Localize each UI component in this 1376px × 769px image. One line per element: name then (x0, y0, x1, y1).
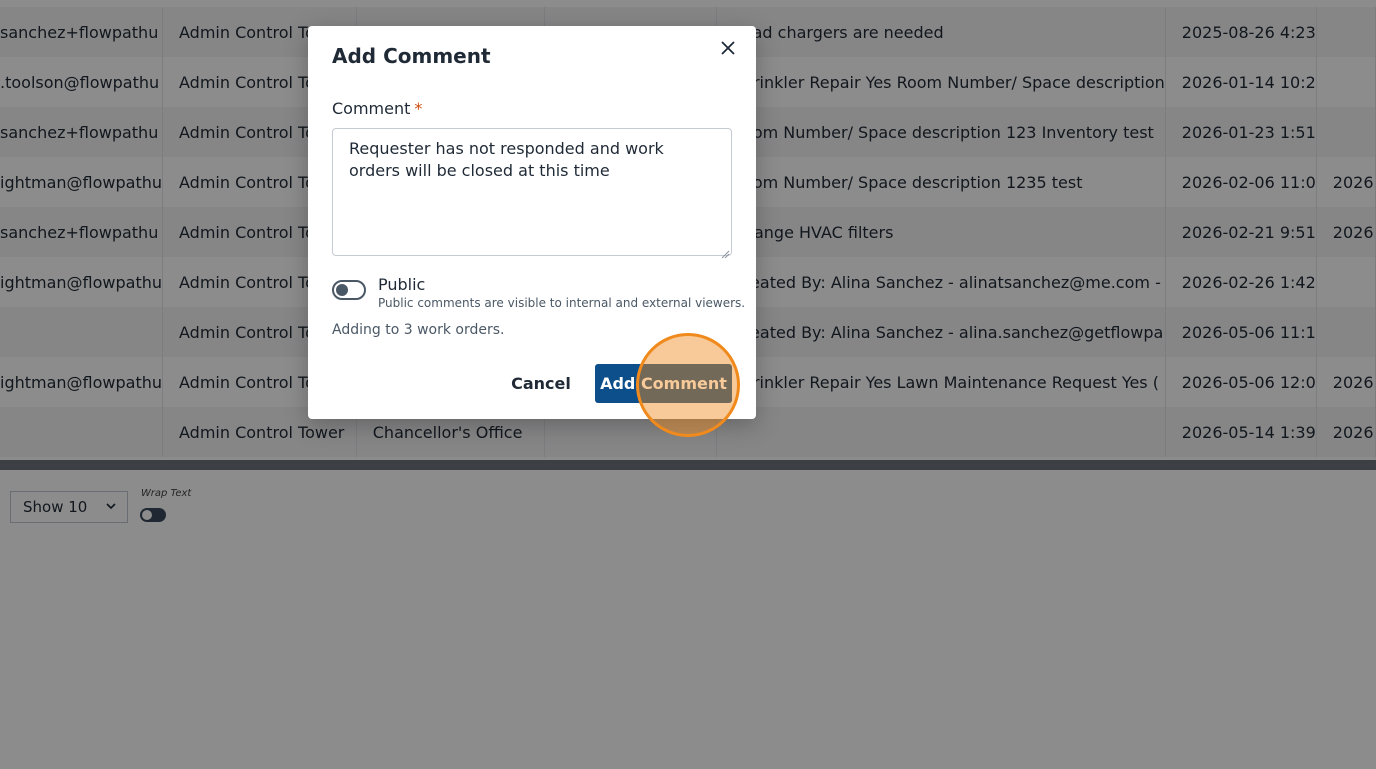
comment-label-text: Comment (332, 99, 411, 118)
public-label: Public (378, 275, 426, 294)
required-marker: * (414, 99, 423, 118)
public-help-text: Public comments are visible to internal … (378, 296, 746, 310)
adding-count-note: Adding to 3 work orders. (332, 322, 505, 338)
toggle-knob (336, 284, 348, 296)
close-icon (720, 40, 736, 60)
dialog-title: Add Comment (332, 44, 491, 68)
public-toggle[interactable] (332, 280, 366, 300)
add-comment-button[interactable]: Add Comment (595, 364, 732, 403)
cancel-button[interactable]: Cancel (504, 364, 578, 402)
resize-grip-icon[interactable] (720, 244, 730, 259)
comment-label: Comment * (332, 99, 422, 118)
add-comment-dialog: Add Comment Comment * Requester has not r… (308, 26, 756, 419)
close-button[interactable] (716, 38, 740, 62)
comment-textarea[interactable]: Requester has not responded and work ord… (332, 128, 732, 256)
